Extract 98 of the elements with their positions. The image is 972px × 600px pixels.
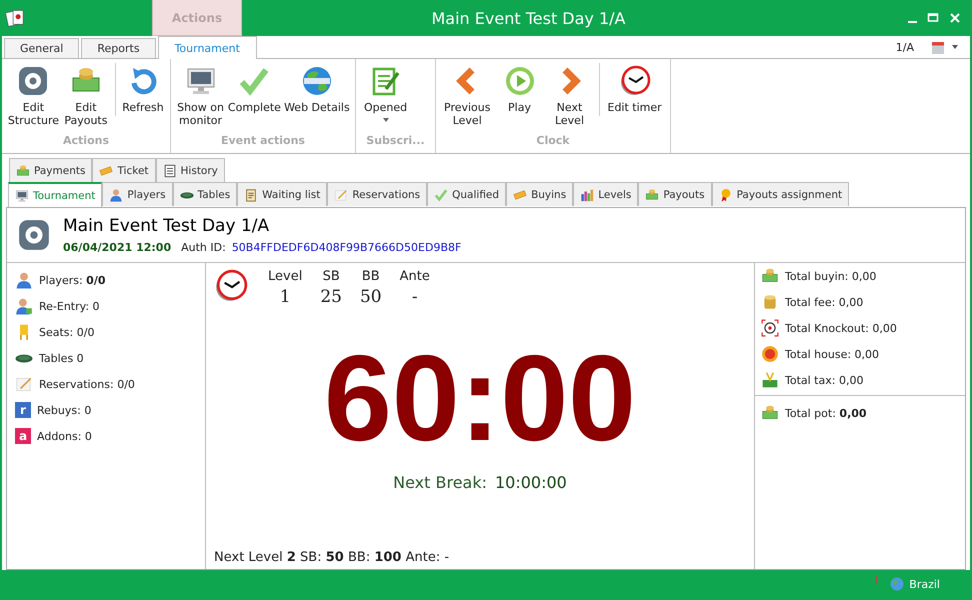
calendar-dropdown[interactable] <box>930 39 958 55</box>
money-icon <box>761 267 779 285</box>
tab[interactable]: Payments <box>9 158 92 182</box>
tab[interactable]: Buyins <box>506 182 574 206</box>
caret-icon <box>382 118 389 122</box>
letter-badge: r <box>15 402 31 418</box>
column-header: SB <box>322 269 340 284</box>
stat-text: Re-Entry: 0 <box>39 300 100 312</box>
gear-icon <box>17 65 50 97</box>
next-break-value: 10:00:00 <box>495 473 567 492</box>
group-label: Event actions <box>220 133 306 149</box>
tab[interactable]: Payouts <box>638 182 712 206</box>
money-icon <box>16 164 30 178</box>
tab[interactable]: Tables <box>172 182 238 206</box>
note-icon <box>15 375 33 393</box>
level-value: - <box>412 287 418 307</box>
window-title: Main Event Test Day 1/A <box>430 8 626 28</box>
column-header: Ante <box>400 269 430 284</box>
badge-icon <box>761 345 779 363</box>
group-label: Actions <box>62 133 110 149</box>
ribbon-tab[interactable]: Reports <box>81 38 156 58</box>
context-tab-label: Actions <box>152 0 242 36</box>
ribbon-tab[interactable]: General <box>4 38 80 58</box>
stat-text: Seats: 0/0 <box>39 326 94 338</box>
auth-label: Auth ID: <box>181 241 226 254</box>
total-text: Total Knockout: 0,00 <box>785 322 897 334</box>
tab[interactable]: Payouts assignment <box>712 182 850 206</box>
globe-icon <box>300 65 333 97</box>
ribbon-button[interactable]: Complete <box>226 63 283 116</box>
tournament-title: Main Event Test Day 1/A <box>63 216 270 236</box>
group-label: Clock <box>535 133 571 149</box>
person-icon <box>109 188 124 202</box>
minimize-icon <box>908 21 917 23</box>
ribbon-button[interactable]: Show on monitor <box>175 63 226 129</box>
gear-icon <box>17 218 51 252</box>
ribbon-button[interactable]: Previous Level <box>440 63 494 129</box>
close-icon <box>949 12 961 24</box>
ribbon-button[interactable]: Edit Structure <box>6 63 61 129</box>
auth-id: 50B4FFDEDF6D408F99B7666D50ED9B8F <box>232 241 462 254</box>
ribbon-button[interactable]: Refresh <box>114 63 166 116</box>
start-date: 06/04/2021 12:00 <box>63 241 172 254</box>
tab[interactable]: Reservations <box>327 182 428 206</box>
money-icon <box>645 188 660 202</box>
level-value: 1 <box>280 287 291 307</box>
monitor-icon <box>15 189 29 203</box>
target-icon <box>761 319 779 337</box>
person-icon <box>15 297 33 315</box>
tab[interactable]: Waiting list <box>237 182 328 206</box>
bar-chart-icon <box>580 188 594 202</box>
countdown-timer: 60:00 <box>322 331 638 466</box>
group-label: Subscri... <box>365 133 426 149</box>
next-break-label: Next Break: <box>393 473 487 492</box>
level-value: 25 <box>320 287 342 307</box>
tab[interactable]: Ticket <box>92 158 156 182</box>
stat-text: Players: 0/0 <box>39 274 106 286</box>
ribbon-button[interactable]: Play <box>494 63 544 116</box>
maximize-icon <box>927 12 939 24</box>
tab[interactable]: Tournament <box>8 182 102 208</box>
clock-icon <box>618 65 651 97</box>
next-level-text: Next Level 2 SB: 50 BB: 100 Ante: - <box>214 550 450 565</box>
tab[interactable]: Qualified <box>427 182 506 206</box>
stat-text: Reservations: 0/0 <box>39 378 135 390</box>
clipboard-icon <box>244 188 258 202</box>
ribbon-button[interactable]: Edit timer <box>598 63 666 116</box>
play-icon <box>504 65 536 97</box>
total-pot-text: Total pot: 0,00 <box>785 406 867 420</box>
ribbon-button[interactable]: Edit Payouts <box>60 63 111 129</box>
tab[interactable]: History <box>156 158 225 182</box>
stat-text: Addons: 0 <box>37 430 92 442</box>
check-icon <box>434 188 448 202</box>
region-label: Brazil <box>909 578 940 590</box>
note-icon <box>334 188 348 202</box>
stat-text: Tables 0 <box>39 352 84 364</box>
caret-icon <box>952 45 958 49</box>
total-text: Total buyin: 0,00 <box>785 270 876 282</box>
stat-text: Rebuys: 0 <box>37 404 92 416</box>
ribbon-button[interactable]: Web Details <box>282 63 352 116</box>
total-text: Total house: 0,00 <box>785 348 880 360</box>
total-text: Total tax: 0,00 <box>785 374 864 386</box>
column-header: BB <box>362 269 380 284</box>
list-icon <box>162 164 177 178</box>
clock-icon <box>214 269 248 303</box>
ribbon-button[interactable]: Opened <box>360 63 412 124</box>
ribbon-tab[interactable]: Tournament <box>158 36 257 59</box>
medal-icon <box>718 188 733 202</box>
person-icon <box>15 271 33 289</box>
total-text: Total fee: 0,00 <box>785 296 864 308</box>
globe-icon <box>889 576 906 592</box>
money-icon <box>761 404 779 422</box>
column-header: Level <box>268 269 302 284</box>
calendar-icon <box>930 39 946 55</box>
tab[interactable]: Players <box>102 182 173 206</box>
level-value: 50 <box>360 287 382 307</box>
cards-icon <box>5 8 25 28</box>
letter-badge: a <box>15 428 31 444</box>
ribbon-button[interactable]: Next Level <box>544 63 594 129</box>
tab[interactable]: Levels <box>573 182 638 206</box>
tournament-label: 1/A <box>896 40 914 54</box>
